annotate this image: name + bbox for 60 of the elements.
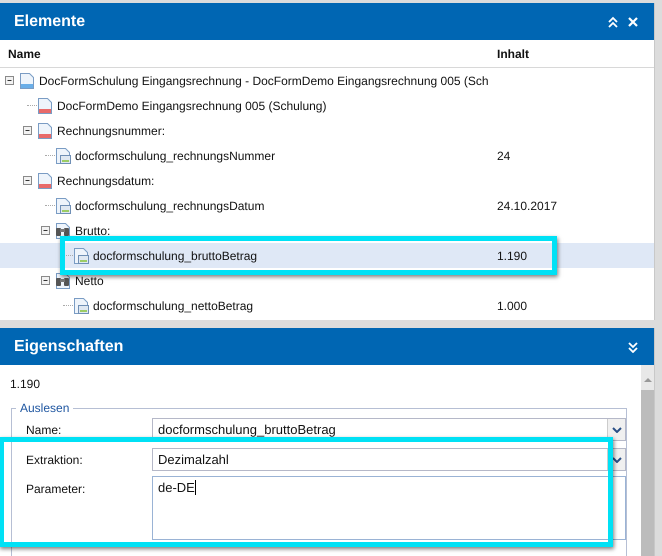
panel-title: Elemente [14, 12, 86, 30]
field-label: Name: [26, 422, 62, 436]
chevron-down-icon [612, 426, 622, 432]
field-label: Extraktion: [26, 452, 84, 466]
tree-row[interactable]: Netto [0, 268, 654, 293]
tree-label: Rechnungsdatum: [57, 174, 154, 188]
document-icon [37, 172, 53, 188]
scroll-up-icon [644, 377, 652, 382]
chevron-down-icon [612, 456, 622, 462]
collapse-toggle-icon[interactable] [23, 126, 32, 135]
collapse-icon [607, 16, 619, 28]
value-text: 1.190 [10, 377, 42, 393]
field-label: Parameter: [26, 481, 86, 496]
cell-value: 1.000 [497, 298, 528, 312]
tree-row[interactable]: Rechnungsnummer: [0, 118, 654, 143]
tree-label: Brutto: [75, 224, 110, 238]
tree-row[interactable]: Brutto: [0, 218, 654, 243]
cell-value: 24 [497, 148, 510, 162]
form-field-icon [55, 198, 71, 214]
tree-label: Netto [75, 274, 104, 288]
panel-title: Eigenschaften [14, 338, 124, 356]
binoculars-icon [55, 222, 71, 238]
collapse-button[interactable] [606, 14, 620, 28]
form-field-icon [73, 298, 89, 314]
collapse-toggle-icon[interactable] [23, 176, 32, 185]
tree-label: docformschulung_rechnungsDatum [75, 198, 264, 212]
document-icon [37, 98, 53, 114]
binoculars-icon [55, 272, 71, 288]
tree-row[interactable]: docformschulung_nettoBetrag 1.000 [0, 293, 654, 318]
cell-value: 24.10.2017 [497, 198, 558, 212]
selected-row[interactable]: docformschulung_bruttoBetrag 1.190 [0, 243, 654, 268]
collapse-toggle-icon[interactable] [5, 76, 14, 85]
text-area[interactable]: de-DE [152, 476, 626, 540]
tree-row[interactable]: Rechnungsdatum: [0, 168, 654, 193]
collapse-toggle-icon[interactable] [41, 276, 50, 285]
close-button[interactable] [626, 14, 640, 28]
tree-row[interactable]: DocFormDemo Eingangsrechnung 005 (Schulung) [0, 93, 654, 118]
collapse-toggle-icon[interactable] [41, 226, 50, 235]
column-header: Inhalt [496, 46, 529, 60]
form-field-icon [73, 248, 89, 264]
document-icon [19, 72, 35, 88]
tree-label: docformschulung_bruttoBetrag [93, 248, 258, 262]
expand-icon [627, 340, 639, 352]
tree-label: docformschulung_rechnungsNummer [75, 148, 276, 162]
tree-row[interactable]: docformschulung_rechnungsDatum 24.10.2017 [0, 193, 654, 218]
tree-row[interactable]: DocFormSchulung Eingangsrechnung - DocFormDemo Eingangsrechnung 005 (Sch [0, 68, 654, 93]
dropdown-field[interactable]: docformschulung_bruttoBetrag [152, 418, 626, 441]
document-icon [37, 122, 53, 138]
tree-label: DocFormSchulung Eingangsrechnung - DocFormDemo Eingangsrechnung 005 (Sch [39, 74, 489, 88]
expand-button[interactable] [626, 340, 640, 354]
tree-label: Rechnungsnummer: [57, 124, 166, 138]
tree-label: docformschulung_nettoBetrag [93, 298, 254, 312]
group-title: Auslesen [19, 401, 70, 415]
dropdown-field[interactable]: Dezimalzahl [152, 448, 626, 471]
close-icon [627, 16, 639, 28]
tree-row[interactable]: docformschulung_rechnungsNummer 24 [0, 143, 654, 168]
tree-label: DocFormDemo Eingangsrechnung 005 (Schulung) [57, 98, 326, 112]
column-header: Name [7, 46, 42, 60]
form-field-icon [55, 148, 71, 164]
cell-value: 1.190 [497, 248, 528, 262]
